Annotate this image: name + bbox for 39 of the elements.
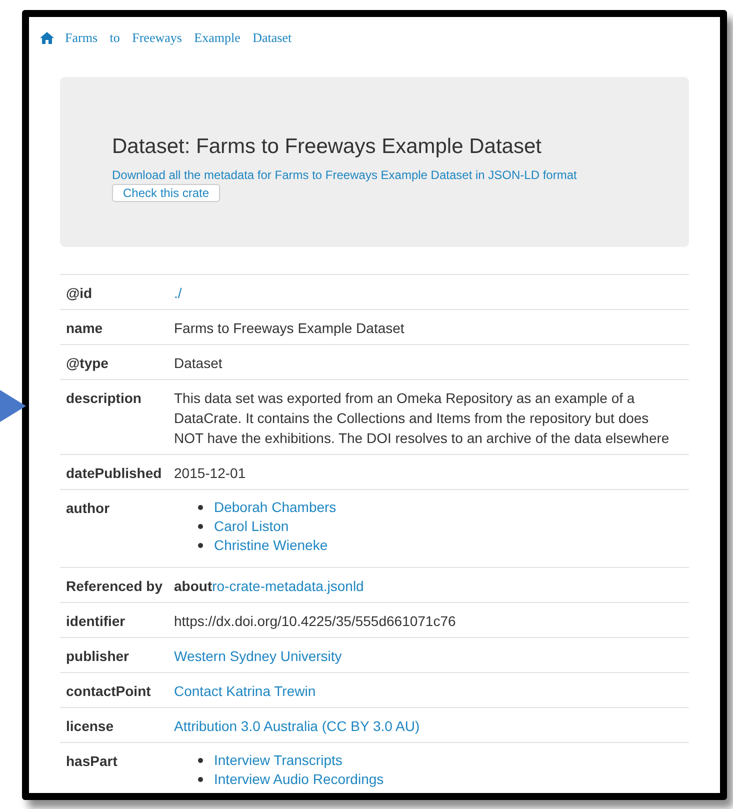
property-key: name <box>66 320 103 336</box>
property-link[interactable]: Attribution 3.0 Australia (CC BY 3.0 AU) <box>174 718 420 734</box>
list-link[interactable]: Interview Audio Recordings <box>214 770 384 789</box>
list-link[interactable]: Christine Wieneke <box>214 536 328 555</box>
property-value: This data set was exported from an Omeka Repository as an example of a DataCrate. It contains the Collections and Items from the repository but does NOT have the exhibitions. The DOI resolves to an archive of the data elsewhere <box>174 390 670 446</box>
property-key: Referenced by <box>66 578 162 594</box>
property-value: https://dx.doi.org/10.4225/35/555d661071c76 <box>174 613 456 629</box>
download-link[interactable]: Download all the metadata for Farms to Freeways Example Dataset in JSON-LD format <box>112 168 577 182</box>
property-link[interactable]: Contact Katrina Trewin <box>174 683 316 699</box>
bullet-icon <box>198 777 203 782</box>
property-key: description <box>66 390 142 406</box>
property-value: Farms to Freeways Example Dataset <box>174 320 404 336</box>
list-link[interactable]: Deborah Chambers <box>214 498 336 517</box>
bullet-icon <box>198 758 203 763</box>
bullet-icon <box>198 543 203 548</box>
bullet-icon <box>198 505 203 510</box>
property-key: publisher <box>66 648 130 664</box>
property-link[interactable]: ./ <box>174 285 182 301</box>
bullet-icon <box>198 524 203 529</box>
property-key: @id <box>66 285 92 301</box>
property-value: Dataset <box>174 355 222 371</box>
property-key: datePublished <box>66 465 162 481</box>
check-crate-button[interactable]: Check this crate <box>112 184 220 202</box>
property-key: hasPart <box>66 753 118 769</box>
pointer-triangle-icon <box>0 390 26 422</box>
home-icon[interactable] <box>40 32 54 44</box>
list-link[interactable]: Interview Transcripts <box>214 751 342 770</box>
property-link[interactable]: Western Sydney University <box>174 648 342 664</box>
page-title: Dataset: Farms to Freeways Example Dataset <box>112 134 542 158</box>
reference-link[interactable]: ro-crate-metadata.jsonld <box>212 578 364 594</box>
reference-prefix: about <box>174 578 212 594</box>
property-value: 2015-12-01 <box>174 465 246 481</box>
property-key: identifier <box>66 613 126 629</box>
property-key: license <box>66 718 114 734</box>
property-key: contactPoint <box>66 683 151 699</box>
property-key: author <box>66 500 110 516</box>
list-link[interactable]: Carol Liston <box>214 517 289 536</box>
breadcrumb-link[interactable]: Farms to Freeways Example Dataset <box>65 30 292 46</box>
property-key: @type <box>66 355 108 371</box>
